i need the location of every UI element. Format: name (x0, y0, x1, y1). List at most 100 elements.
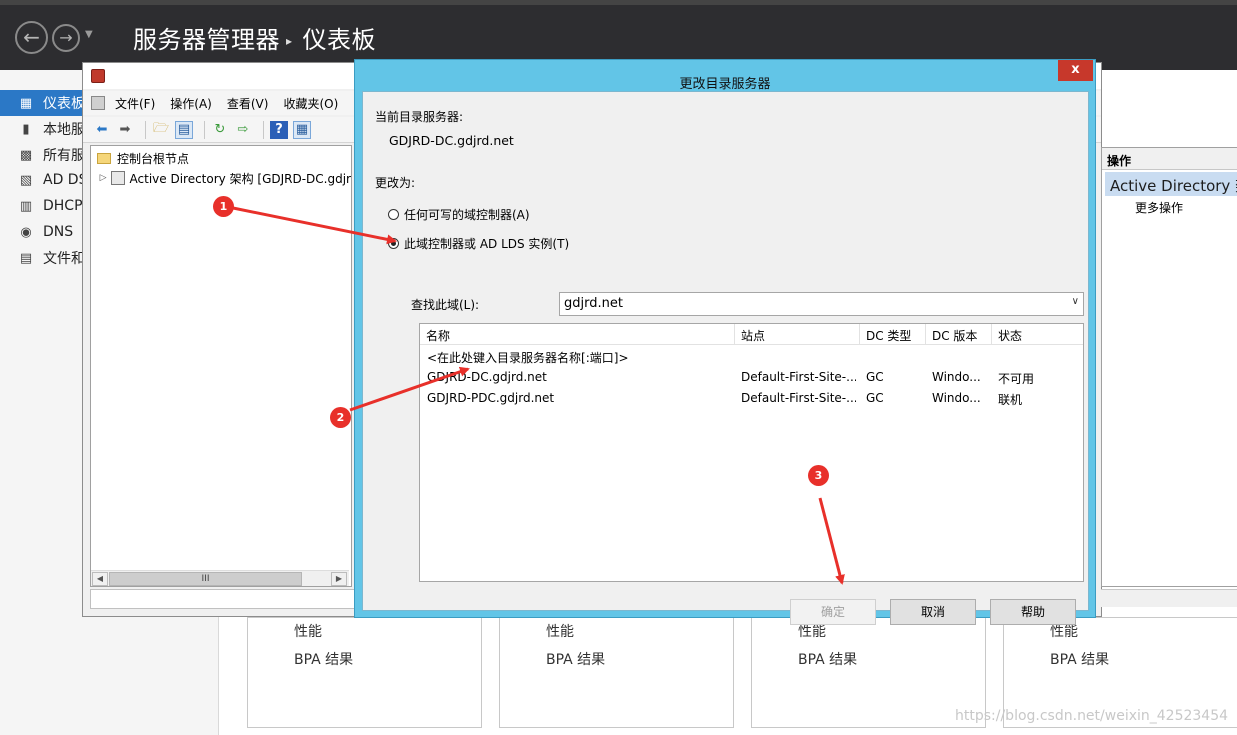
dashboard-icon: ▦ (19, 95, 33, 111)
tile-bpa-results[interactable]: BPA 结果 (798, 649, 857, 669)
cell-site: Default-First-Site-... (741, 391, 856, 405)
actions-pane: 操作 Active Directory 架 更多操作 (1101, 147, 1237, 587)
ad-schema-icon (111, 171, 125, 185)
annotation-marker: 1 (213, 196, 234, 217)
servers-icon: ▩ (19, 147, 33, 163)
show-hide-tree-icon[interactable]: ▤ (175, 120, 193, 139)
actions-header: 操作 (1102, 148, 1237, 170)
scroll-thumb[interactable]: III (109, 572, 302, 586)
breadcrumb: 服务器管理器 ▸ 仪表板 (133, 20, 376, 55)
ok-button[interactable]: 确定 (790, 599, 876, 625)
server-icon: ▮ (22, 121, 30, 137)
list-item[interactable]: GDJRD-DC.gdjrd.net Default-First-Site-..… (420, 367, 1083, 388)
cancel-button[interactable]: 取消 (890, 599, 976, 625)
radio-button[interactable] (388, 209, 399, 220)
mmc-app-icon (91, 69, 105, 83)
dialog-body: 当前目录服务器: GDJRD-DC.gdjrd.net 更改为: 任何可写的域控… (362, 91, 1089, 625)
current-server-label: 当前目录服务器: (375, 110, 464, 124)
actions-selected-item[interactable]: Active Directory 架 (1105, 172, 1237, 196)
cell-status: 联机 (998, 393, 1023, 407)
list-item[interactable]: <在此处键入目录服务器名称[:端口]> (420, 346, 1083, 367)
more-actions-link[interactable]: 更多操作 (1135, 199, 1183, 216)
scroll-left-icon[interactable]: ◀ (92, 572, 108, 586)
cell-dc-version: Windo... (932, 391, 981, 405)
dashboard-tile[interactable]: 性能 BPA 结果 (499, 617, 734, 728)
menu-action[interactable]: 操作(A) (170, 95, 212, 112)
watermark-text: https://blog.csdn.net/weixin_42523454 (955, 708, 1229, 724)
show-action-pane-icon[interactable]: ▦ (293, 120, 311, 139)
menu-file[interactable]: 文件(F) (115, 95, 155, 112)
window-top-strip (0, 0, 1237, 5)
back-arrow-icon[interactable]: ⬅ (93, 121, 111, 139)
tile-performance[interactable]: 性能 (294, 621, 322, 641)
dhcp-icon: ▥ (19, 198, 33, 214)
option-label: 此域控制器或 AD LDS 实例(T) (404, 237, 570, 251)
dns-icon: ◉ (20, 224, 32, 240)
chevron-down-icon[interactable]: ∨ (1072, 296, 1079, 307)
sidebar-item-label: DNS (43, 224, 74, 240)
folder-icon (97, 152, 111, 164)
dialog-title: 更改目录服务器 (679, 77, 771, 92)
directory-server-list[interactable]: 名称 站点 DC 类型 DC 版本 状态 <在此处键入目录服务器名称[:端口]>… (419, 323, 1084, 582)
column-header-name[interactable]: 名称 (420, 324, 735, 345)
cell-dc-type: GC (866, 391, 884, 405)
ad-ds-icon: ▧ (19, 172, 33, 188)
column-header-status[interactable]: 状态 (992, 324, 1083, 345)
cell-site: Default-First-Site-... (741, 370, 856, 384)
option-this-dc-or-ad-lds[interactable]: 此域控制器或 AD LDS 实例(T) (388, 235, 569, 252)
tree-node-console-root[interactable]: 控制台根节点 (91, 148, 351, 168)
expand-arrow-icon[interactable]: ▷ (99, 173, 107, 183)
back-icon[interactable]: ← (15, 21, 48, 54)
close-button[interactable]: x (1058, 60, 1093, 81)
dashboard-tile[interactable]: 性能 BPA 结果 (751, 617, 986, 728)
forward-arrow-icon[interactable]: ➡ (116, 121, 134, 139)
option-any-writable-dc[interactable]: 任何可写的域控制器(A) (388, 206, 530, 223)
scroll-right-icon[interactable]: ▶ (331, 572, 347, 586)
tile-bpa-results[interactable]: BPA 结果 (294, 649, 353, 669)
domain-select-value: gdjrd.net (564, 296, 623, 311)
cell-name: <在此处键入目录服务器名称[:端口]> (427, 351, 629, 365)
tile-bpa-results[interactable]: BPA 结果 (1050, 649, 1109, 669)
domain-select[interactable]: gdjrd.net ∨ (559, 292, 1084, 316)
console-doc-icon[interactable] (91, 96, 105, 110)
export-list-icon[interactable]: ⇨ (234, 121, 252, 139)
option-label: 任何可写的域控制器(A) (404, 208, 530, 222)
tree-node-ad-schema[interactable]: ▷ Active Directory 架构 [GDJRD-DC.gdjr (91, 168, 351, 188)
sidebar-item-label: 本地服 (43, 122, 85, 138)
up-folder-icon[interactable]: 🗁 (152, 121, 170, 139)
cell-name: GDJRD-PDC.gdjrd.net (427, 391, 555, 405)
breadcrumb-separator: ▸ (286, 34, 293, 48)
list-item[interactable]: GDJRD-PDC.gdjrd.net Default-First-Site-.… (420, 388, 1083, 409)
change-to-label: 更改为: (375, 176, 416, 190)
column-header-site[interactable]: 站点 (735, 324, 860, 345)
cell-dc-type: GC (866, 370, 884, 384)
column-header-dc-type[interactable]: DC 类型 (860, 324, 926, 345)
sidebar-item-label: 仪表板 (43, 96, 85, 112)
toolbar-separator (204, 120, 205, 139)
sidebar-item-label: AD DS (43, 172, 88, 188)
cell-dc-version: Windo... (932, 370, 981, 384)
sidebar-item-label: 所有服 (43, 148, 85, 164)
cell-name: GDJRD-DC.gdjrd.net (427, 370, 547, 384)
annotation-marker: 3 (808, 465, 829, 486)
tree-node-label: Active Directory 架构 [GDJRD-DC.gdjr (129, 171, 351, 186)
refresh-icon[interactable]: ↻ (211, 121, 229, 139)
help-button[interactable]: 帮助 (990, 599, 1076, 625)
file-services-icon: ▤ (19, 250, 33, 266)
annotation-marker: 2 (330, 407, 351, 428)
forward-icon[interactable]: → (52, 24, 80, 52)
history-dropdown-icon[interactable]: ▼ (85, 29, 93, 40)
column-header-dc-version[interactable]: DC 版本 (926, 324, 992, 345)
tile-bpa-results[interactable]: BPA 结果 (546, 649, 605, 669)
tree-horizontal-scrollbar[interactable]: ◀ III ▶ (91, 570, 349, 586)
cell-status: 不可用 (998, 372, 1035, 386)
radio-button-selected[interactable] (388, 238, 399, 249)
menu-view[interactable]: 查看(V) (227, 95, 269, 112)
tile-performance[interactable]: 性能 (546, 621, 574, 641)
help-icon[interactable]: ? (270, 120, 288, 139)
menu-favorites[interactable]: 收藏夹(O) (283, 95, 338, 112)
toolbar-separator (145, 120, 146, 139)
dashboard-tile[interactable]: 性能 BPA 结果 (247, 617, 482, 728)
sidebar-item-label: 文件和 (43, 251, 85, 267)
change-directory-server-dialog: 更改目录服务器 x 当前目录服务器: GDJRD-DC.gdjrd.net 更改… (354, 59, 1096, 625)
